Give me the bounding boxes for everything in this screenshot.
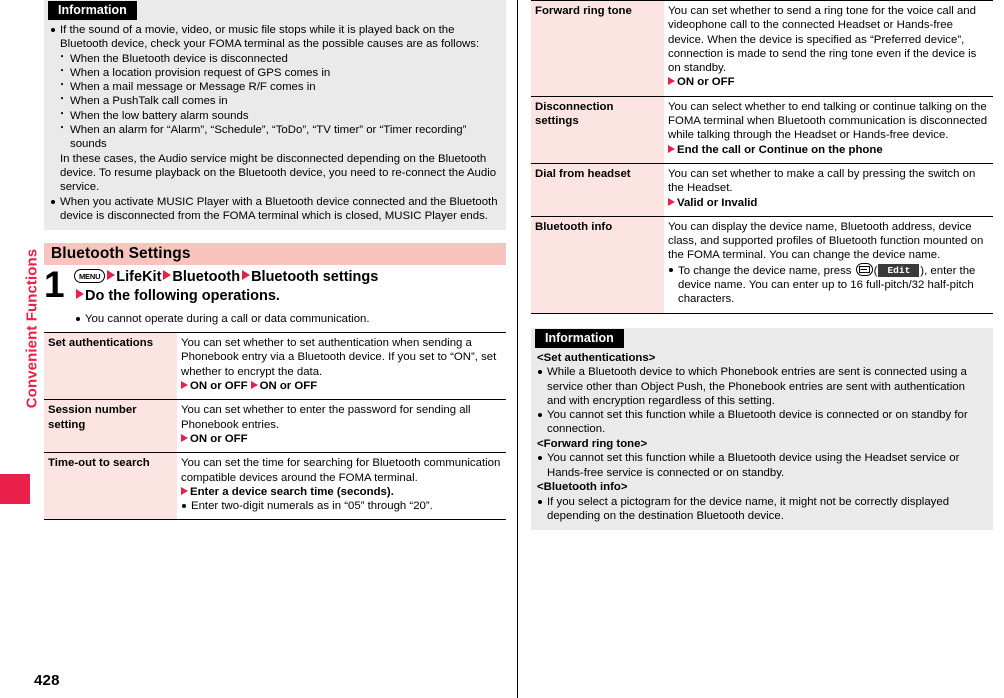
- setting-label: Dial from headset: [531, 162, 664, 217]
- step-target-bluetooth[interactable]: Bluetooth: [172, 269, 240, 285]
- setting-description-cell: You can display the device name, Bluetoo…: [664, 215, 993, 314]
- setting-options: ON or OFF ON or OFF: [181, 379, 502, 393]
- setting-option[interactable]: ON or OFF: [677, 76, 735, 88]
- information-body: <Set authentications> While a Bluetooth …: [531, 351, 993, 523]
- info-item: If the sound of a movie, video, or music…: [49, 23, 499, 52]
- table-row: Dial from headset You can set whether to…: [531, 162, 993, 217]
- setting-options: End the call or Continue on the phone: [668, 143, 989, 157]
- setting-label: Set authentications: [44, 332, 177, 400]
- setting-option[interactable]: Enter a device search time (seconds).: [190, 486, 394, 498]
- info-item: While a Bluetooth device to which Phoneb…: [536, 365, 986, 408]
- info-group-heading: <Bluetooth info>: [537, 480, 628, 493]
- setting-description-cell: You can set whether to enter the passwor…: [177, 399, 506, 453]
- arrow-icon: [181, 486, 188, 495]
- arrow-icon: [250, 381, 258, 390]
- arrow-icon: [242, 270, 251, 281]
- info-item: If you select a pictogram for the device…: [536, 495, 986, 524]
- information-panel-left: Information If the sound of a movie, vid…: [44, 0, 506, 231]
- setting-options: ON or OFF: [181, 432, 502, 446]
- info-item: You cannot set this function while a Blu…: [536, 408, 986, 437]
- setting-option[interactable]: End the call or Continue on the phone: [677, 144, 883, 156]
- section-title: Bluetooth Settings: [44, 243, 506, 266]
- information-badge: Information: [535, 328, 624, 348]
- setting-option[interactable]: ON or OFF: [260, 380, 318, 392]
- page-number: 428: [34, 672, 60, 689]
- setting-options: Valid or Invalid: [668, 196, 989, 210]
- setting-note: Enter two-digit numerals as in “05” thro…: [181, 499, 502, 513]
- settings-table-left: Set authentications You can set whether …: [44, 332, 506, 521]
- arrow-icon: [668, 197, 675, 206]
- information-badge: Information: [48, 1, 137, 20]
- settings-table-right: Forward ring tone You can set whether to…: [531, 0, 993, 314]
- table-row: Time-out to search You can set the time …: [44, 452, 506, 521]
- setting-options: ON or OFF: [668, 75, 989, 89]
- setting-description-cell: You can set whether to send a ring tone …: [664, 0, 993, 97]
- step-line-2: Do the following operations.: [74, 287, 506, 306]
- info-group-heading: <Forward ring tone>: [537, 437, 648, 450]
- setting-option[interactable]: Valid or Invalid: [677, 197, 757, 209]
- info-item: When an alarm for “Alarm”, “Schedule”, “…: [49, 122, 499, 152]
- column-divider: [517, 0, 518, 698]
- step-instruction: Do the following operations.: [85, 288, 280, 305]
- menu-key-icon[interactable]: MENU: [74, 269, 106, 284]
- info-group-heading: <Set authentications>: [537, 351, 656, 364]
- arrow-icon: [107, 270, 116, 281]
- table-row: Forward ring tone You can set whether to…: [531, 0, 993, 97]
- left-column: Information If the sound of a movie, vid…: [44, 0, 506, 521]
- table-row: Bluetooth info You can display the devic…: [531, 215, 993, 314]
- information-body: If the sound of a movie, video, or music…: [44, 23, 506, 223]
- table-row: Disconnection settings You can select wh…: [531, 95, 993, 164]
- setting-description: You can select whether to end talking or…: [668, 100, 988, 142]
- right-column: Forward ring tone You can set whether to…: [531, 0, 993, 531]
- arrow-icon: [181, 433, 188, 442]
- mail-key-icon[interactable]: [855, 262, 873, 276]
- setting-description: You can set whether to send a ring tone …: [668, 5, 977, 75]
- setting-description-cell: You can set the time for searching for B…: [177, 452, 506, 521]
- setting-description: You can display the device name, Bluetoo…: [668, 220, 984, 262]
- setting-description: You can set the time for searching for B…: [181, 457, 501, 484]
- arrow-icon: [76, 289, 84, 300]
- setting-description-cell: You can select whether to end talking or…: [664, 95, 993, 164]
- setting-label: Disconnection settings: [531, 95, 664, 164]
- setting-note-prefix: To change the device name, press: [678, 264, 855, 277]
- table-row: Session number setting You can set wheth…: [44, 399, 506, 453]
- arrow-icon: [668, 77, 675, 86]
- arrow-icon: [163, 270, 172, 281]
- info-item: When a mail message or Message R/F comes…: [49, 79, 499, 94]
- setting-option[interactable]: ON or OFF: [190, 380, 248, 392]
- step-1: 1 MENU LifeKit Bluetooth Bluetooth settings…: [44, 265, 506, 326]
- step-number: 1: [44, 264, 65, 306]
- edit-softkey-button[interactable]: Edit: [878, 263, 920, 277]
- arrow-icon: [668, 144, 675, 153]
- info-item: When the Bluetooth device is disconnecte…: [49, 51, 499, 66]
- arrow-icon: [181, 381, 188, 390]
- setting-note: To change the device name, press (Edit),…: [668, 262, 989, 307]
- step-target-lifekit[interactable]: LifeKit: [116, 269, 161, 285]
- setting-label: Time-out to search: [44, 452, 177, 521]
- step-line-1: MENU LifeKit Bluetooth Bluetooth settings: [74, 268, 506, 287]
- information-panel-right: Information <Set authentications> While …: [531, 327, 993, 531]
- setting-options: Enter a device search time (seconds).: [181, 485, 502, 499]
- info-item: When a location provision request of GPS…: [49, 65, 499, 80]
- chapter-label: Convenient Functions: [23, 248, 41, 409]
- step-target-bluetooth-settings[interactable]: Bluetooth settings: [251, 269, 378, 285]
- setting-label: Session number setting: [44, 399, 177, 453]
- info-item: In these cases, the Audio service might …: [60, 152, 497, 194]
- table-row: Set authentications You can set whether …: [44, 332, 506, 400]
- setting-option[interactable]: ON or OFF: [190, 433, 248, 445]
- setting-description: You can set whether to enter the passwor…: [181, 404, 471, 431]
- setting-label: Forward ring tone: [531, 0, 664, 97]
- setting-label: Bluetooth info: [531, 215, 664, 314]
- chapter-tab-block: [0, 474, 30, 504]
- chapter-side-tab: Convenient Functions: [0, 0, 41, 698]
- info-item: When the low battery alarm sounds: [49, 108, 499, 123]
- step-note: You cannot operate during a call or data…: [74, 312, 506, 326]
- setting-description-cell: You can set whether to set authenticatio…: [177, 332, 506, 400]
- setting-description: You can set whether to make a call by pr…: [668, 167, 976, 195]
- info-item: You cannot set this function while a Blu…: [536, 451, 986, 480]
- setting-description-cell: You can set whether to make a call by pr…: [664, 162, 993, 217]
- info-item: When a PushTalk call comes in: [49, 93, 499, 108]
- setting-description: You can set whether to set authenticatio…: [181, 337, 497, 378]
- info-item: When you activate MUSIC Player with a Bl…: [49, 195, 499, 224]
